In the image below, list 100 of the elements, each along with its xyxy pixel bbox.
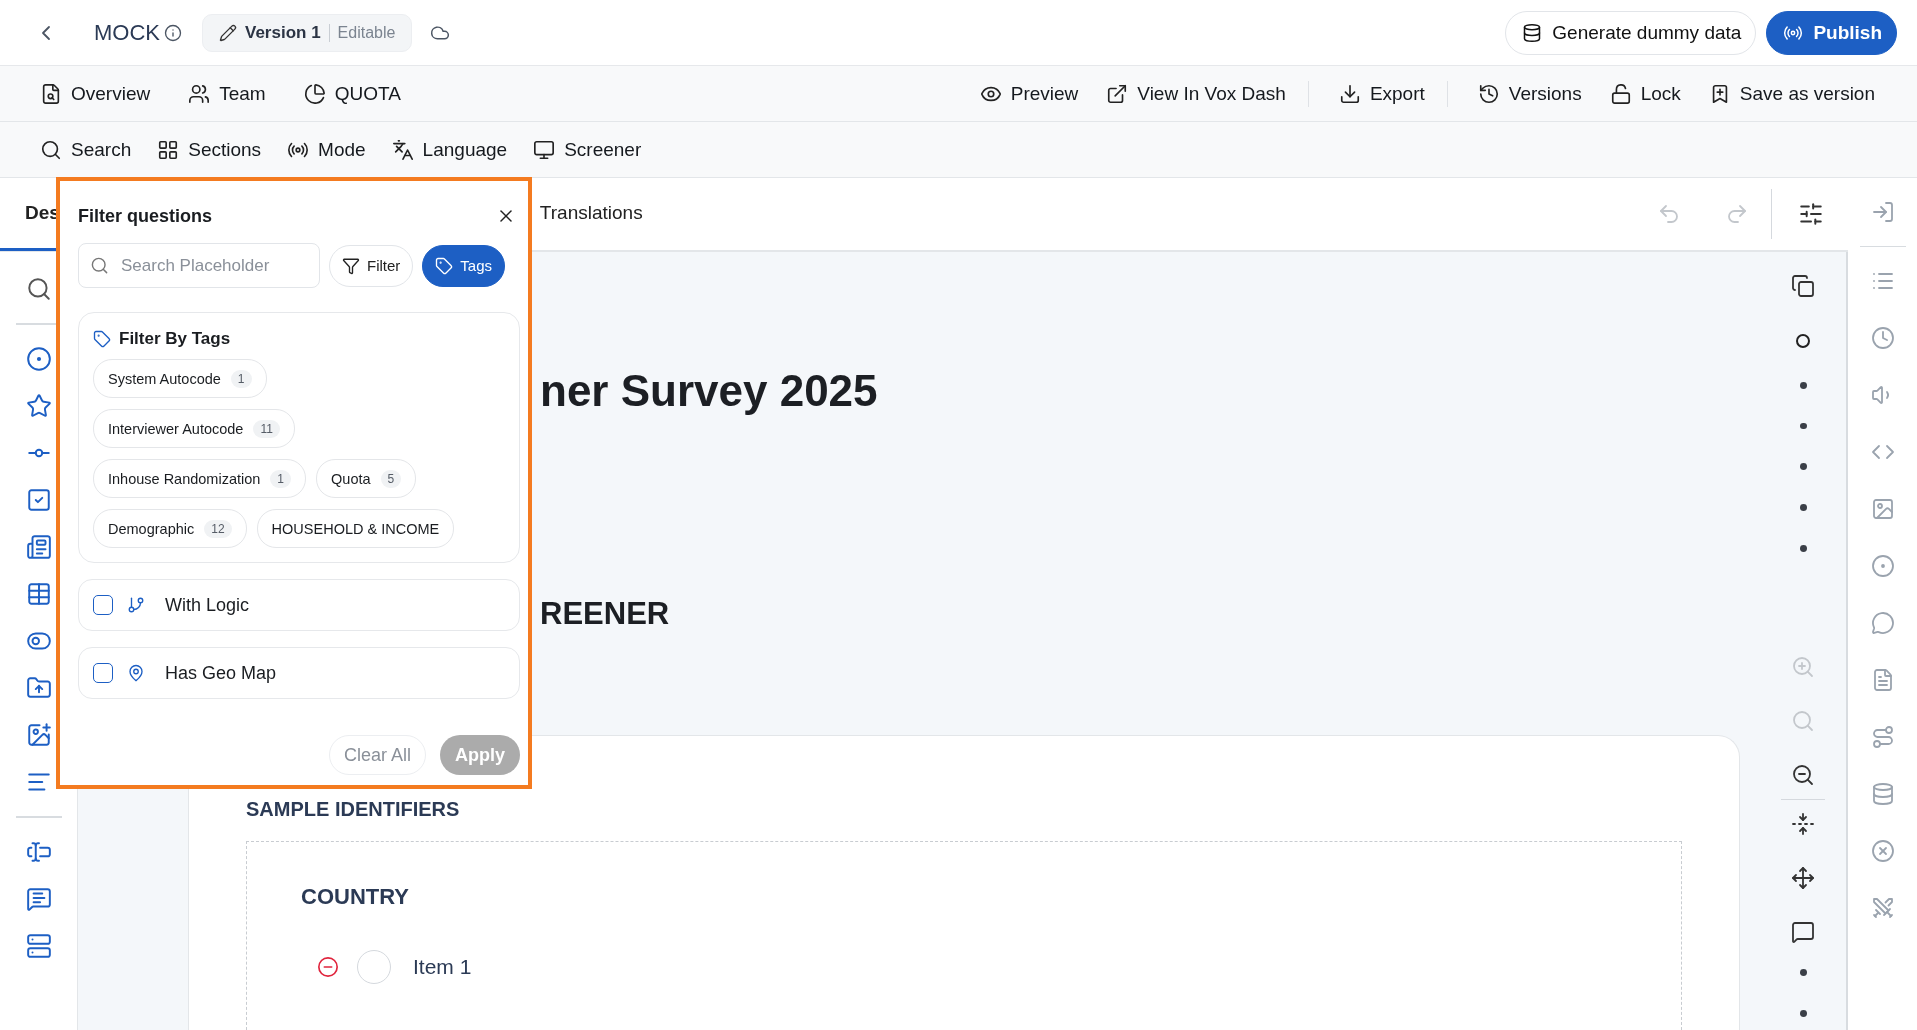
map-pin-icon: [127, 664, 145, 682]
zoom-out-icon: [1791, 763, 1815, 788]
option-label: Has Geo Map: [165, 662, 277, 684]
database-icon: [1870, 782, 1895, 806]
page-dot[interactable]: [1799, 969, 1807, 977]
nav-item[interactable]: View In Vox Dash: [1096, 82, 1296, 105]
users-icon: [188, 82, 211, 105]
tag-chip[interactable]: HOUSEHOLD & INCOME: [256, 509, 455, 548]
page-dot[interactable]: [1799, 504, 1807, 512]
item-label: Item 1: [413, 955, 472, 979]
folder-upload-icon: [25, 675, 52, 701]
grid-icon: [157, 138, 180, 161]
external-link-icon: [1106, 82, 1129, 105]
checkbox-icon: [25, 487, 52, 513]
message-icon: [25, 886, 52, 912]
toolbar-item[interactable]: Search: [30, 138, 142, 161]
funnel-icon: [342, 256, 360, 275]
sliders-icon: [1798, 201, 1824, 227]
radio-icon: [25, 346, 52, 372]
tag-count: 12: [204, 519, 232, 538]
page-dot[interactable]: [1799, 422, 1807, 430]
tag-icon: [93, 330, 111, 348]
editor-tab[interactable]: Translations: [539, 177, 653, 251]
copy-icon: [1791, 274, 1815, 298]
toolbar-item[interactable]: Language: [381, 138, 518, 161]
fold-icon: [1791, 812, 1815, 837]
minus-circle-icon: [317, 956, 339, 978]
unlock-icon: [1609, 82, 1632, 105]
history-icon: [1477, 82, 1500, 105]
search-field[interactable]: Search Placeholder: [78, 243, 320, 288]
tag-chip[interactable]: Demographic 12: [93, 509, 247, 548]
swords-icon: [1870, 896, 1895, 920]
search-icon: [25, 276, 52, 302]
section-title: REENER: [540, 596, 671, 632]
tag-chip[interactable]: Interviewer Autocode 11: [93, 409, 295, 448]
comment-icon: [1791, 920, 1815, 945]
chat-icon: [1870, 611, 1895, 635]
tag-chip[interactable]: Inhouse Randomization 1: [93, 459, 307, 498]
undo-icon: [1657, 202, 1681, 226]
redo-icon: [1725, 202, 1749, 226]
search-icon: [90, 256, 109, 275]
checkbox[interactable]: [93, 663, 113, 683]
text-cursor-icon: [25, 839, 52, 865]
card-heading: SAMPLE IDENTIFIERS: [246, 798, 461, 821]
page-dot[interactable]: [1799, 1010, 1807, 1017]
tag-icon: [435, 256, 454, 275]
filter-mode-button[interactable]: Filter: [329, 244, 414, 287]
nav-item[interactable]: Overview: [30, 82, 161, 105]
page-dot[interactable]: [1796, 334, 1810, 348]
route-icon: [1870, 725, 1895, 749]
star-icon: [25, 393, 52, 419]
branch-icon: [127, 596, 145, 614]
nav-item[interactable]: QUOTA: [293, 82, 411, 105]
pie-chart-icon: [303, 82, 326, 105]
image-icon: [25, 722, 52, 748]
search-icon: [1791, 709, 1815, 734]
page-dot[interactable]: [1799, 463, 1807, 471]
file-search-icon: [40, 82, 62, 105]
publish-button[interactable]: Publish: [1766, 10, 1897, 55]
toolbar-item[interactable]: Mode: [277, 138, 376, 161]
nav-item[interactable]: Save as version: [1698, 82, 1885, 105]
tag-count: 1: [270, 469, 292, 488]
translate-icon: [391, 138, 414, 161]
tag-count: 11: [253, 419, 280, 438]
nav-item[interactable]: Preview: [969, 82, 1089, 105]
page-dot[interactable]: [1799, 545, 1807, 552]
survey-title: ner Survey 2025: [540, 366, 879, 416]
project-title: MOCK: [94, 19, 160, 46]
page-dot[interactable]: [1799, 381, 1807, 389]
circle-x-icon: [1870, 839, 1895, 863]
form-icon: [25, 534, 52, 560]
tag-chip[interactable]: Quota 5: [316, 459, 417, 498]
tag-chip[interactable]: System Autocode 1: [93, 359, 267, 398]
nav-item[interactable]: Lock: [1599, 82, 1691, 105]
tag-count: 1: [230, 369, 252, 388]
database-icon: [1522, 22, 1543, 43]
toolbar-item[interactable]: Screener: [523, 138, 652, 161]
filter-option[interactable]: With Logic: [78, 579, 520, 631]
tags-title: Filter By Tags: [119, 329, 231, 349]
move-icon: [1791, 866, 1815, 891]
pencil-icon: [219, 23, 237, 42]
login-icon: [1870, 200, 1895, 224]
question-title: COUNTRY: [301, 884, 410, 910]
nav-item[interactable]: Export: [1328, 82, 1435, 105]
stack-icon: [25, 933, 52, 959]
toolbar-item[interactable]: Sections: [147, 138, 272, 161]
filter-mode-button[interactable]: Tags: [422, 244, 506, 287]
filter-option[interactable]: Has Geo Map: [78, 647, 520, 699]
checkbox[interactable]: [93, 595, 113, 615]
version-pill[interactable]: Version 1 Editable: [202, 13, 413, 52]
version-name: Version 1: [245, 22, 321, 43]
table-icon: [25, 581, 52, 607]
option-label: With Logic: [165, 594, 250, 616]
nav-item[interactable]: Team: [178, 82, 276, 105]
version-status: Editable: [328, 23, 396, 42]
zoom-in-icon: [1791, 655, 1815, 680]
generate-data-button[interactable]: Generate dummy data: [1505, 10, 1757, 55]
nav-item[interactable]: Versions: [1467, 82, 1592, 105]
monitor-icon: [533, 138, 556, 161]
popup-title: Filter questions: [78, 205, 212, 227]
